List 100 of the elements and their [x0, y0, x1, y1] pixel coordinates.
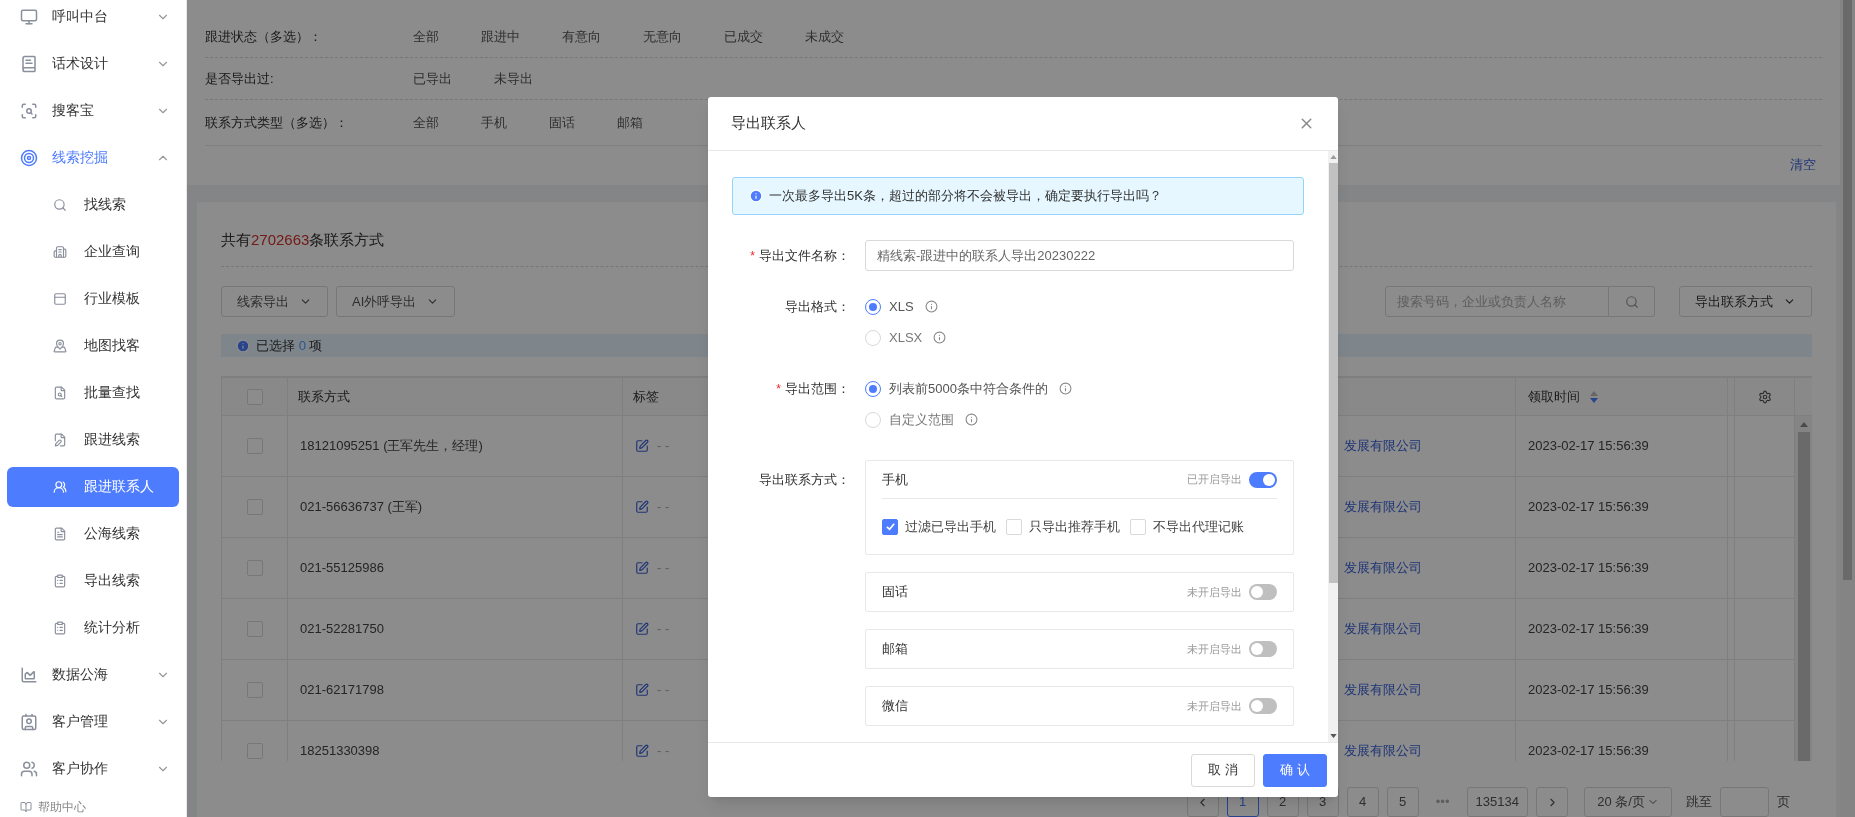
edit-icon[interactable]: [635, 500, 649, 514]
filter-option[interactable]: 已成交: [724, 26, 763, 47]
radio-label[interactable]: 自定义范围: [889, 409, 954, 430]
filter-option[interactable]: 已导出: [413, 68, 452, 89]
filter-option[interactable]: 手机: [481, 112, 507, 133]
contact-type-name: 固话: [882, 583, 909, 602]
info-icon: [236, 338, 250, 353]
search-icon: [1624, 294, 1639, 309]
table-cell-text: 2023-02-17 15:56:39: [1528, 498, 1649, 517]
search-button[interactable]: [1609, 286, 1655, 317]
table-cell-text: 2023-02-17 15:56:39: [1528, 620, 1649, 639]
confirm-button[interactable]: 确 认: [1263, 753, 1327, 787]
search-icon: [53, 197, 67, 212]
filter-option[interactable]: 未成交: [805, 26, 844, 47]
alert-text: 一次最多导出5K条，超过的部分将不会被导出，确定要执行导出吗？: [769, 187, 1162, 206]
building-icon: [53, 244, 67, 259]
radio-button[interactable]: [865, 298, 881, 315]
radio-label[interactable]: XLS: [889, 296, 914, 317]
next-page-button[interactable]: [1536, 787, 1568, 817]
filter-option[interactable]: 全部: [413, 112, 439, 133]
sidebar-item[interactable]: 线索挖掘: [0, 134, 186, 181]
target-icon: [20, 148, 38, 167]
edit-icon[interactable]: [635, 622, 649, 636]
filter-option[interactable]: 无意向: [643, 26, 682, 47]
dialog-scrollbar[interactable]: [1328, 151, 1338, 742]
company-link[interactable]: 发展有限公司: [1344, 741, 1422, 761]
contact-type-name: 手机: [882, 470, 909, 489]
filter-option[interactable]: 固话: [549, 112, 575, 133]
radio-label[interactable]: XLSX: [889, 327, 923, 348]
filter-option[interactable]: 邮箱: [617, 112, 643, 133]
clear-link[interactable]: 清空: [1790, 155, 1816, 175]
company-link[interactable]: 发展有限公司: [1344, 680, 1422, 700]
edit-icon[interactable]: [635, 744, 649, 758]
table-cell-text: 021-56636737 (王军): [300, 498, 423, 517]
cancel-button[interactable]: 取 消: [1191, 753, 1255, 787]
checkbox-label[interactable]: 过滤已导出手机: [905, 516, 996, 537]
sort-icon: [1590, 390, 1598, 403]
toggle-switch[interactable]: [1249, 471, 1277, 488]
sidebar-item[interactable]: 搜客宝: [0, 87, 186, 134]
filter-label: 跟进状态（多选）：: [205, 27, 323, 46]
checkbox[interactable]: [882, 518, 898, 535]
result-summary: 共有2702663条联系方式: [221, 231, 385, 248]
page-button[interactable]: 4: [1346, 787, 1379, 817]
filter-label: 联系方式类型（多选）：: [205, 113, 349, 132]
company-link[interactable]: 发展有限公司: [1344, 436, 1422, 456]
scroll-up-arrow-icon[interactable]: [1799, 422, 1808, 427]
toggle-switch[interactable]: [1249, 698, 1277, 714]
help-center-link[interactable]: 帮助中心: [38, 798, 86, 816]
edit-icon[interactable]: [635, 683, 649, 697]
page-size-select[interactable]: 20 条/页: [1584, 787, 1672, 817]
page-button[interactable]: 135134: [1466, 787, 1528, 817]
company-link[interactable]: 发展有限公司: [1344, 558, 1422, 578]
filter-option[interactable]: 全部: [413, 26, 439, 47]
radio-label[interactable]: 列表前5000条中符合条件的: [889, 378, 1048, 399]
sidebar-item[interactable]: 客户管理: [0, 698, 186, 745]
filter-label: 是否导出过:: [205, 69, 275, 88]
sidebar-subitem[interactable]: 公海线索: [7, 513, 179, 554]
company-link[interactable]: 发展有限公司: [1344, 497, 1422, 517]
table-scrollbar[interactable]: [1795, 416, 1812, 761]
form-label: 导出格式：: [785, 297, 850, 316]
scroll-up-arrow-icon[interactable]: [1329, 155, 1337, 159]
edit-icon[interactable]: [635, 439, 649, 453]
sidebar-item[interactable]: 呼叫中台: [0, 0, 186, 40]
edit-icon[interactable]: [635, 561, 649, 575]
filter-option[interactable]: 未导出: [494, 68, 533, 89]
file-name-field[interactable]: 精线索-跟进中的联系人导出20230222: [865, 240, 1294, 271]
company-link[interactable]: 发展有限公司: [1344, 619, 1422, 639]
sidebar-subitem[interactable]: 跟进联系人: [7, 466, 179, 507]
sidebar-item[interactable]: 客户协作: [0, 745, 186, 792]
checkbox-label[interactable]: 只导出推荐手机: [1029, 516, 1120, 537]
panel-icon: [53, 291, 67, 306]
users-icon: [20, 759, 38, 778]
file-search-icon: [53, 385, 67, 400]
export-dropdown-button[interactable]: 导出联系方式: [1679, 286, 1812, 317]
toggle-switch[interactable]: [1249, 641, 1277, 657]
sidebar-subitem[interactable]: 地图找客: [7, 325, 179, 366]
check-icon: [884, 521, 896, 532]
sidebar-item[interactable]: 话术设计: [0, 40, 186, 87]
sidebar-subitem[interactable]: 跟进线索: [7, 419, 179, 460]
sidebar-subitem[interactable]: 企业查询: [7, 231, 179, 272]
info-icon: [924, 300, 938, 313]
toggle-switch[interactable]: [1249, 584, 1277, 600]
checkbox-label[interactable]: 不导出代理记账: [1153, 516, 1244, 537]
sidebar-subitem[interactable]: 批量查找: [7, 372, 179, 413]
dropdown-button[interactable]: 线索导出: [221, 286, 328, 317]
sidebar-subitem[interactable]: 找线索: [7, 184, 179, 225]
radio-button[interactable]: [865, 380, 881, 397]
sidebar-subitem[interactable]: 行业模板: [7, 278, 179, 319]
sidebar-subitem[interactable]: 统计分析: [7, 607, 179, 648]
table-cell-text: - -: [657, 620, 670, 639]
sidebar-item[interactable]: 数据公海: [0, 651, 186, 698]
settings-icon[interactable]: [1757, 389, 1772, 404]
export-status: 未开启导出: [1187, 641, 1242, 657]
scroll-down-arrow-icon[interactable]: [1329, 734, 1337, 738]
sidebar-subitem[interactable]: 导出线索: [7, 560, 179, 601]
filter-option[interactable]: 有意向: [562, 26, 601, 47]
dialog-title: 导出联系人: [731, 113, 806, 134]
page-button[interactable]: 5: [1386, 787, 1419, 817]
dropdown-button[interactable]: AI外呼导出: [336, 286, 456, 317]
filter-option[interactable]: 跟进中: [481, 26, 520, 47]
